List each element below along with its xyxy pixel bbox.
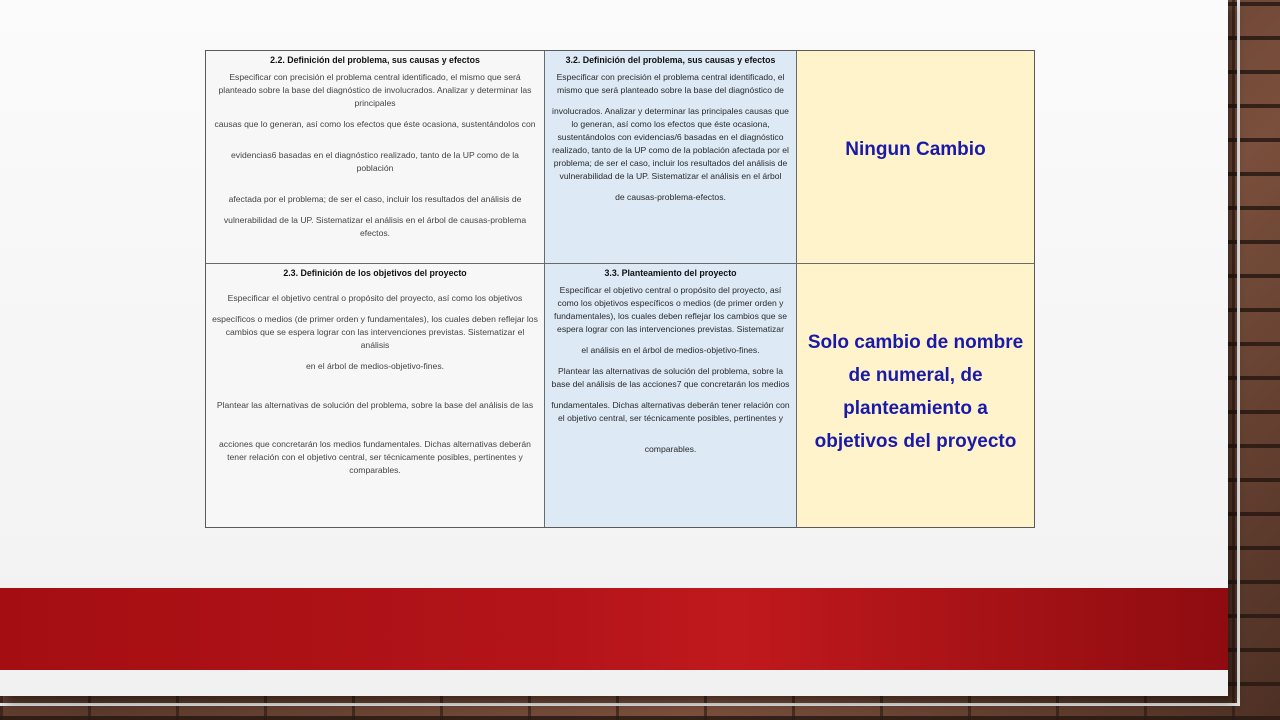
cell-text: Especificar el objetivo central o propós… bbox=[227, 293, 523, 303]
change-note: Solo cambio de nombre de numeral, de pla… bbox=[807, 331, 1024, 452]
cell-text: de causas-problema-efectos. bbox=[615, 192, 726, 202]
cell-text: involucrados. Analizar y determinar las … bbox=[552, 106, 789, 181]
comparison-table: 2.2. Definición del problema, sus causas… bbox=[205, 50, 1035, 528]
table-cell-row2-middle: 3.3. Planteamiento del proyecto Especifi… bbox=[545, 264, 797, 527]
cell-text: en el árbol de medios-objetivo-fines. bbox=[305, 361, 445, 371]
section-heading: 2.2. Definición del problema, sus causas… bbox=[270, 55, 480, 65]
cell-text: cambios que se espera lograr con las int… bbox=[225, 327, 525, 350]
slide: 2.2. Definición del problema, sus causas… bbox=[0, 0, 1228, 696]
table-cell-row1-left: 2.2. Definición del problema, sus causas… bbox=[206, 51, 545, 264]
cell-text: comparables. bbox=[644, 444, 697, 454]
cell-text: causas que lo generan, así como los efec… bbox=[214, 119, 536, 129]
cell-text: fundamentales. Dichas alternativas deber… bbox=[551, 400, 790, 423]
cell-text: Plantear las alternativas de solución de… bbox=[216, 400, 534, 410]
cell-text: acciones que concretarán los medios fund… bbox=[219, 439, 531, 475]
section-heading: 3.2. Definición del problema, sus causas… bbox=[565, 55, 776, 65]
cell-text: específicos o medios (de primer orden y … bbox=[212, 314, 538, 324]
section-heading: 2.3. Definición de los objetivos del pro… bbox=[283, 268, 467, 278]
cell-text: Especificar el objetivo central o propós… bbox=[553, 285, 788, 334]
section-heading: 3.3. Planteamiento del proyecto bbox=[604, 268, 737, 278]
cell-text: Especificar con precisión el problema ce… bbox=[218, 72, 532, 108]
table-cell-row2-right: Solo cambio de nombre de numeral, de pla… bbox=[797, 264, 1034, 527]
cell-text: evidencias6 basadas en el diagnóstico re… bbox=[231, 150, 519, 173]
table-cell-row1-right: Ningun Cambio bbox=[797, 51, 1034, 264]
cell-text: vulnerabilidad de la UP. Sistematizar el… bbox=[223, 215, 527, 238]
cell-text: Plantear las alternativas de solución de… bbox=[551, 366, 790, 389]
change-note: Ningun Cambio bbox=[845, 138, 986, 160]
table-cell-row1-middle: 3.2. Definición del problema, sus causas… bbox=[545, 51, 797, 264]
cell-text: el análisis en el árbol de medios-objeti… bbox=[581, 345, 760, 355]
cell-text: afectada por el problema; de ser el caso… bbox=[228, 194, 522, 204]
table-cell-row2-left: 2.3. Definición de los objetivos del pro… bbox=[206, 264, 545, 527]
footer-band bbox=[0, 588, 1228, 670]
cell-text: Especificar con precisión el problema ce… bbox=[556, 72, 785, 95]
